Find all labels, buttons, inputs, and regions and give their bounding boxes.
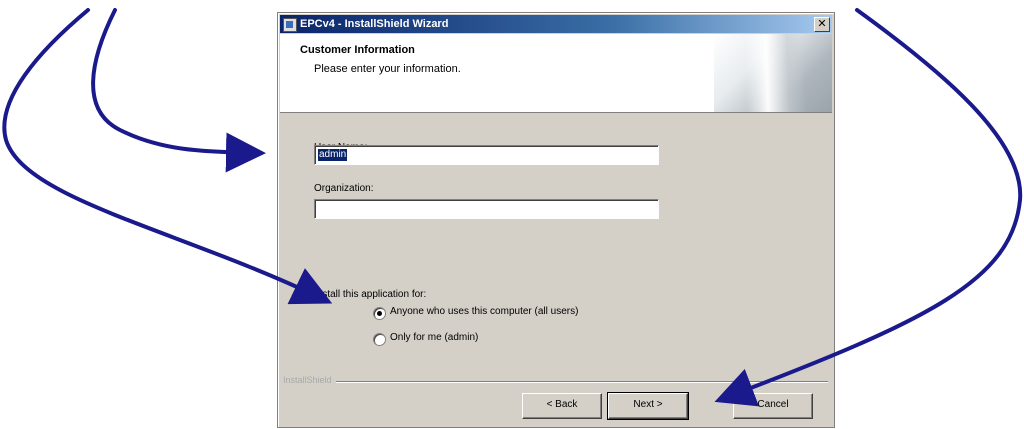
radio-all-users[interactable] xyxy=(373,307,386,320)
installshield-brand: InstallShield xyxy=(283,375,332,385)
radio-only-me[interactable] xyxy=(373,333,386,346)
title-bar[interactable]: EPCv4 - InstallShield Wizard ✕ xyxy=(280,15,832,33)
header-banner: Customer Information Please enter your i… xyxy=(280,34,832,113)
organization-label: Organization: xyxy=(314,183,374,194)
page-subtitle: Please enter your information. xyxy=(314,63,461,75)
footer-divider xyxy=(336,381,828,383)
user-name-field[interactable]: admin xyxy=(314,145,659,165)
organization-field[interactable] xyxy=(314,199,659,219)
back-button[interactable]: < Back xyxy=(522,393,602,419)
page-title: Customer Information xyxy=(300,44,415,56)
close-button[interactable]: ✕ xyxy=(814,17,830,32)
installshield-wizard-dialog: EPCv4 - InstallShield Wizard ✕ Customer … xyxy=(277,12,835,428)
banner-graphic xyxy=(714,34,832,112)
install-for-label: Install this application for: xyxy=(314,289,427,300)
option-all-users-label[interactable]: Anyone who uses this computer (all users… xyxy=(390,306,578,317)
cancel-button[interactable]: Cancel xyxy=(733,393,813,419)
option-only-me-label[interactable]: Only for me (admin) xyxy=(390,332,478,343)
arrow-to-user-name xyxy=(91,8,266,173)
installer-icon xyxy=(283,18,297,32)
user-name-value: admin xyxy=(318,149,348,161)
window-title: EPCv4 - InstallShield Wizard xyxy=(300,18,449,30)
next-button[interactable]: Next > xyxy=(607,392,689,420)
